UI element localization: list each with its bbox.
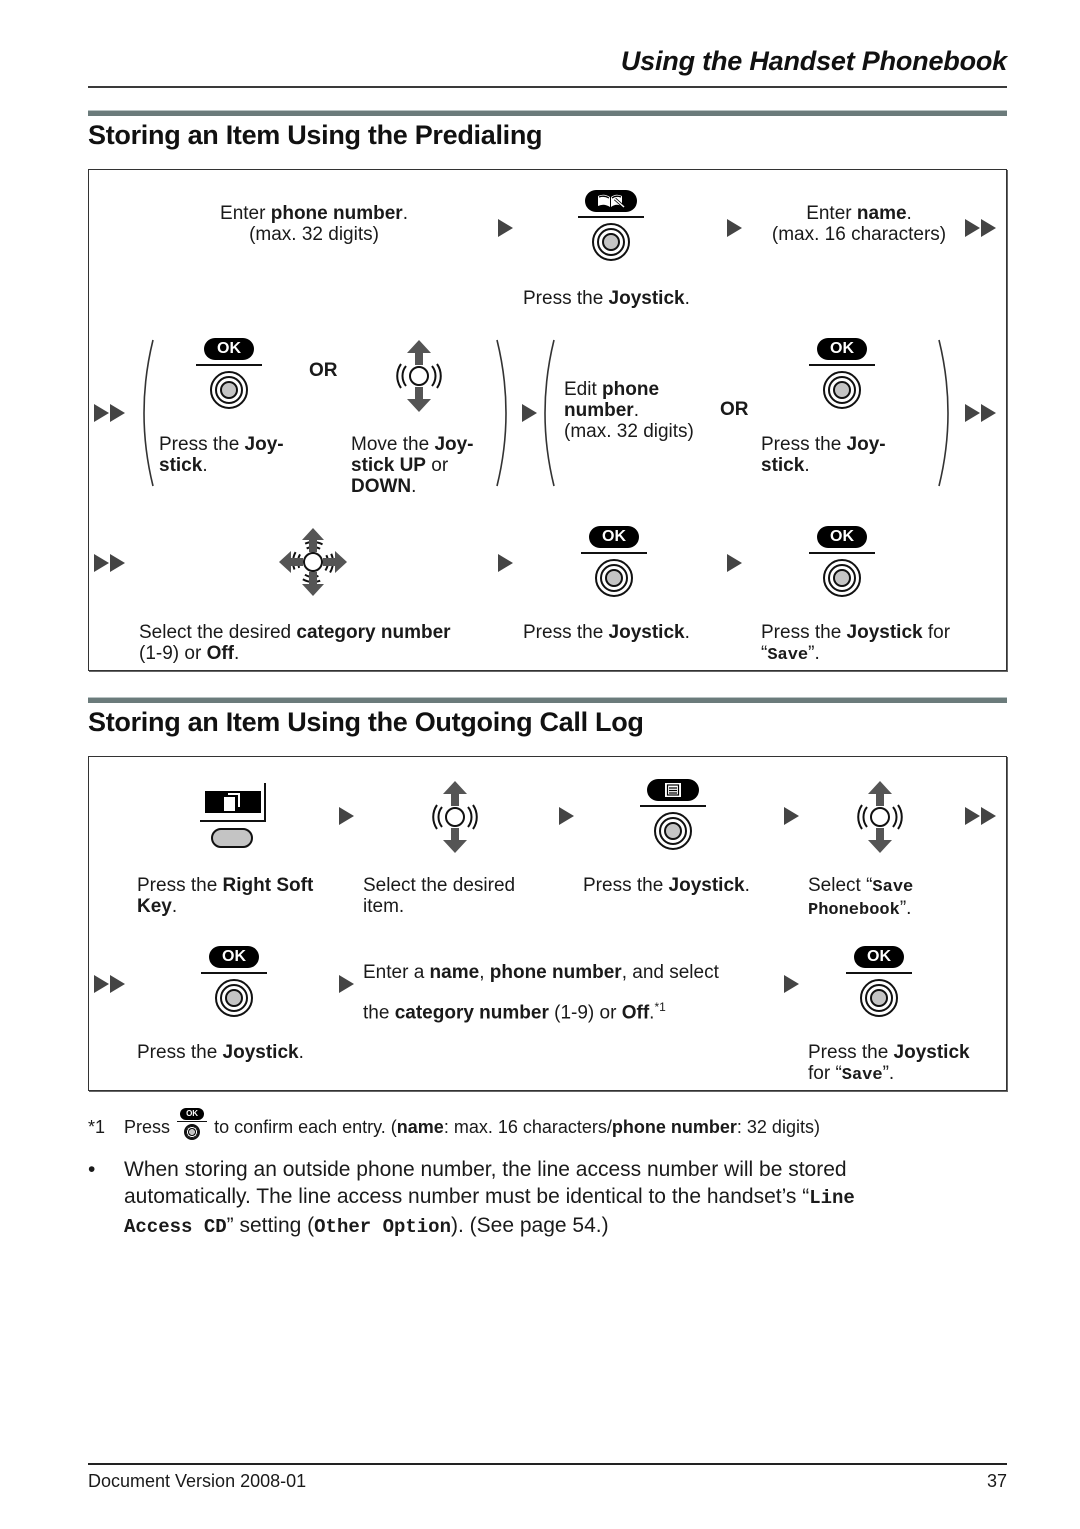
footnote-ref[interactable]: *1 [654,1000,665,1014]
step-enter-phone-number: Enter phone number. (max. 32 digits) [220,203,408,245]
next-arrow-icon [339,975,354,993]
right-parenthesis [938,339,949,487]
step-press-joystick: Press the Joystick. [137,1042,304,1063]
footnote: *1 Press OK to confirm each entry. (name… [88,1108,820,1144]
joystick-icon [823,371,861,409]
next-arrow-icon [339,807,354,825]
phonebook-key-icon [585,190,637,212]
next-arrow-icon [498,219,513,237]
joystick-icon [592,223,630,261]
continue-arrow-icon [94,554,125,572]
next-arrow-icon [498,554,513,572]
ok-joystick-key[interactable]: OK [579,526,649,597]
joystick-icon [823,559,861,597]
option-press-joystick: Press the Joy- stick. [761,434,886,476]
step-select-category: Select the desired category number (1-9)… [139,622,451,664]
section-title-predialing: Storing an Item Using the Predialing [88,120,543,150]
ok-joystick-key[interactable]: OK [807,338,877,409]
right-soft-key-icon[interactable] [199,783,269,849]
predialing-procedure-box: Enter phone number. (max. 32 digits) Pre… [88,169,1007,671]
joystick-up-down-icon[interactable] [396,340,442,412]
note-text: When storing an outside phone number, th… [124,1158,855,1238]
ok-key-icon: OK [817,338,867,360]
right-parenthesis [496,339,507,487]
page-number: 37 [986,1471,1007,1491]
next-arrow-icon [727,219,742,237]
ok-joystick-key[interactable]: OK [194,338,264,409]
menu-key-icon [647,779,699,801]
joystick-icon [210,371,248,409]
continue-arrow-icon [965,404,996,422]
phonebook-joystick-key[interactable] [576,190,646,261]
ok-key-icon: OK [209,946,259,968]
running-header: Using the Handset Phonebook [620,46,1007,76]
step-press-joystick: Press the Joystick. [523,288,690,309]
continue-arrow-icon [965,807,996,825]
option-edit-phone-number: Edit phone number. (max. 32 digits) [564,379,694,442]
next-arrow-icon [727,554,742,572]
footnote-marker: *1 [88,1116,106,1137]
joystick-icon [654,812,692,850]
header-rule [88,86,1007,88]
step-press-joystick-save: Press the Joystick for “Save”. [808,1042,970,1085]
step-select-save-phonebook: Select “Save Phonebook”. [808,875,914,920]
step-select-item: Select the desired item. [363,875,516,917]
ok-key-icon: OK [204,338,254,360]
or-label: OR [309,360,338,381]
section-divider [88,697,1007,703]
section-divider [88,110,1007,116]
joystick-icon [595,559,633,597]
ok-key-icon: OK [854,946,904,968]
ok-joystick-key-small-icon: OK [177,1108,208,1140]
next-arrow-icon [559,807,574,825]
document-version: Document Version 2008-01 [88,1471,307,1491]
joystick-icon [215,979,253,1017]
left-parenthesis [544,339,555,487]
continue-arrow-icon [965,219,996,237]
option-press-joystick: Press the Joy- stick. [159,434,284,476]
next-arrow-icon [784,807,799,825]
next-arrow-icon [784,975,799,993]
step-press-joystick-save: Press the Joystick for “Save”. [761,622,951,665]
note-bullet: • [88,1158,96,1181]
step-press-joystick: Press the Joystick. [523,622,690,643]
joystick-up-down-icon[interactable] [432,781,478,853]
joystick-icon [860,979,898,1017]
step-press-joystick: Press the Joystick. [583,875,750,896]
ok-joystick-key[interactable]: OK [199,946,269,1017]
ok-key-icon: OK [589,526,639,548]
joystick-four-way-icon[interactable] [279,528,347,596]
joystick-up-down-icon[interactable] [857,781,903,853]
continue-arrow-icon [94,975,125,993]
step-enter-entry-details: Enter a name, phone number, and select t… [363,962,719,1024]
outgoing-call-log-procedure-box: Press the Right Soft Key. Select the des… [88,756,1007,1091]
or-label: OR [720,399,749,420]
ok-joystick-key[interactable]: OK [807,526,877,597]
continue-arrow-icon [94,404,125,422]
menu-joystick-key[interactable] [638,779,708,850]
step-enter-name: Enter name. (max. 16 characters) [771,203,947,245]
step-press-right-soft-key: Press the Right Soft Key. [137,875,314,917]
footer-rule [88,1463,1007,1465]
section-title-outgoing-call-log: Storing an Item Using the Outgoing Call … [88,707,644,737]
ok-key-icon: OK [817,526,867,548]
ok-joystick-key[interactable]: OK [844,946,914,1017]
